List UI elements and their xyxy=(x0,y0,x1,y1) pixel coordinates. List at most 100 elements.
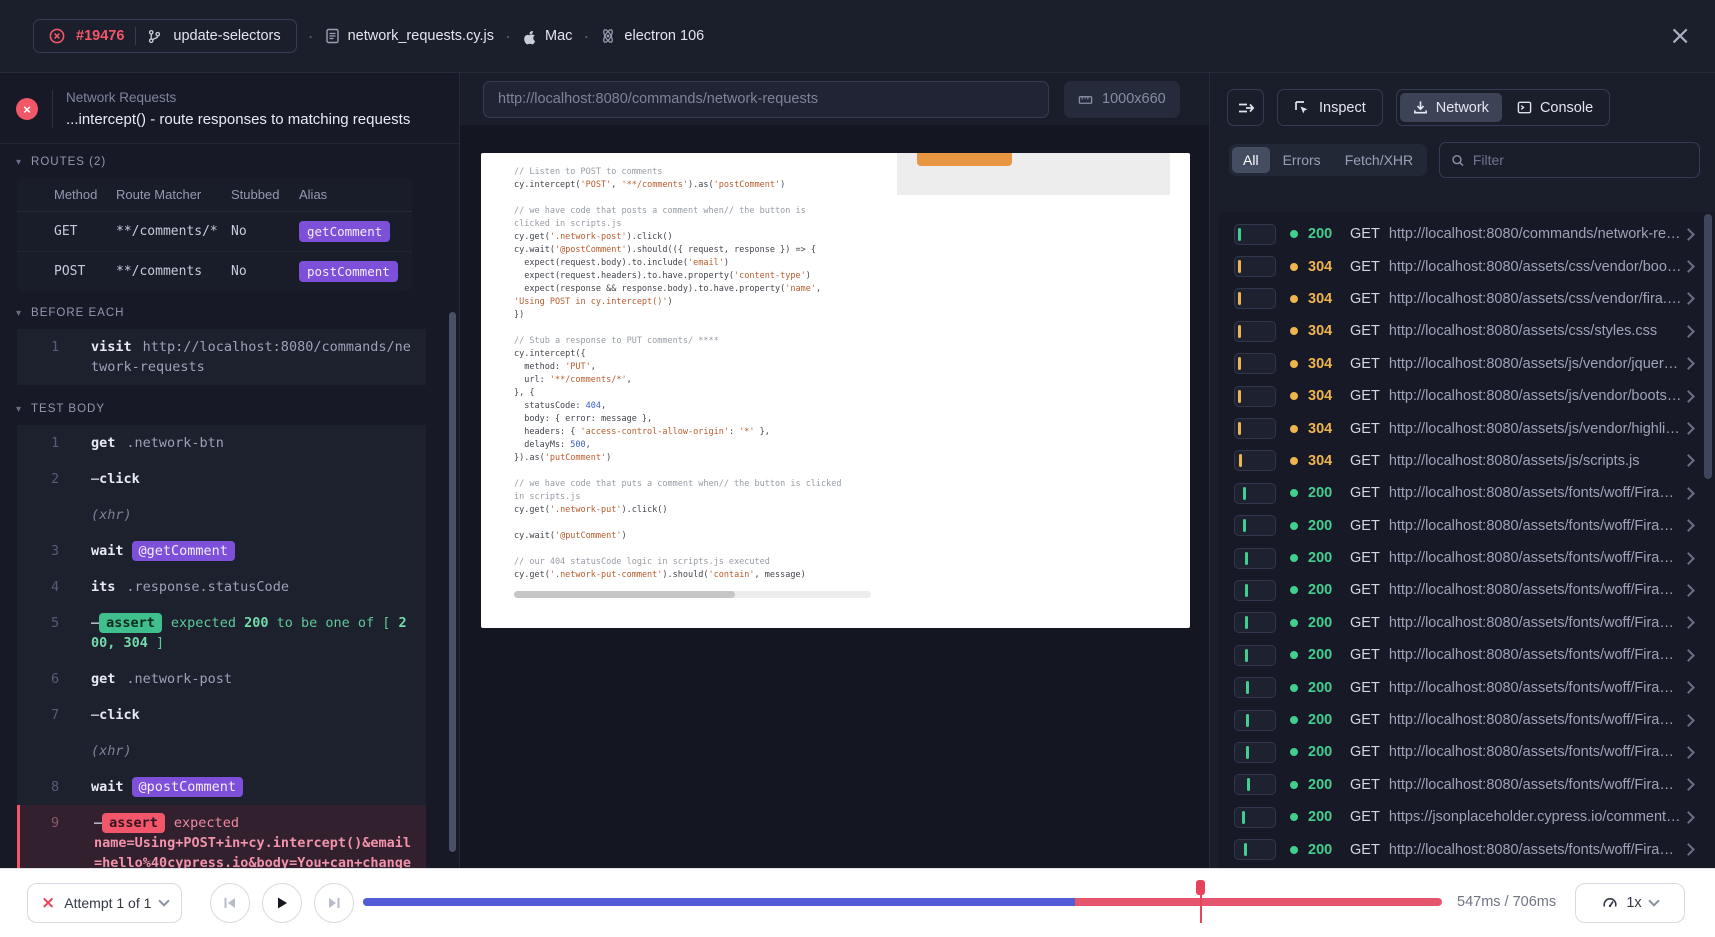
network-request-row[interactable]: 200GEThttp://localhost:8080/assets/fonts… xyxy=(1218,833,1715,865)
preview-horizontal-scrollbar[interactable] xyxy=(514,591,871,598)
status-dot-icon xyxy=(1290,846,1298,854)
before-each-section-header[interactable]: ▾ BEFORE EACH xyxy=(0,295,459,327)
network-request-row[interactable]: 304GEThttp://localhost:8080/assets/js/ve… xyxy=(1218,348,1715,380)
request-timing-indicator xyxy=(1234,418,1276,439)
code-line: }) xyxy=(514,310,524,320)
test-body-section-header[interactable]: ▾ TEST BODY xyxy=(0,391,459,423)
code-line: clicked in scripts.js xyxy=(514,219,621,229)
network-request-row[interactable]: 200GEThttp://localhost:8080/commands/net… xyxy=(1218,218,1715,250)
network-request-row[interactable]: 304GEThttp://localhost:8080/assets/css/v… xyxy=(1218,283,1715,315)
skip-forward-button[interactable] xyxy=(314,883,354,923)
route-row[interactable]: GET**/comments/*NogetComment1 xyxy=(17,212,412,252)
command-row[interactable]: 1 visithttp://localhost:8080/commands/ne… xyxy=(17,329,426,385)
chevron-down-icon: ▾ xyxy=(16,404,22,415)
timing-tick xyxy=(1245,616,1248,629)
playback-speed-selector[interactable]: 1x xyxy=(1575,883,1685,923)
command-row[interactable]: 1get.network-btn xyxy=(17,425,426,461)
filter-tab-all[interactable]: All xyxy=(1232,147,1270,173)
filter-input[interactable] xyxy=(1473,152,1699,168)
request-filter-tabs: AllErrorsFetch/XHR xyxy=(1229,144,1427,176)
network-request-row[interactable]: 200GEThttps://jsonplaceholder.cypress.io… xyxy=(1218,801,1715,833)
command-content: –assertexpectedname=Using+POST+in+cy.int… xyxy=(94,813,414,868)
network-request-row[interactable]: 200GEThttp://localhost:8080/assets/fonts… xyxy=(1218,639,1715,671)
col-method: Method xyxy=(54,187,116,202)
command-row[interactable]: 9–assertexpectedname=Using+POST+in+cy.in… xyxy=(17,805,426,868)
command-event-row: (xhr) xyxy=(17,733,426,769)
filter-search-box[interactable] xyxy=(1439,142,1700,178)
post-comment-button[interactable] xyxy=(917,153,1012,166)
skip-back-button[interactable] xyxy=(210,883,250,923)
command-number: 6 xyxy=(17,669,91,689)
command-row[interactable]: 5–assertexpected 200 to be one of [ 200,… xyxy=(17,605,426,661)
chevron-right-icon xyxy=(1682,649,1695,662)
filter-tab-fetchxhr[interactable]: Fetch/XHR xyxy=(1334,147,1424,173)
collapse-panel-button[interactable] xyxy=(1227,89,1264,126)
network-request-row[interactable]: 200GEThttp://localhost:8080/assets/fonts… xyxy=(1218,574,1715,606)
filter-tab-errors[interactable]: Errors xyxy=(1272,147,1332,173)
network-request-row[interactable]: 200GEThttp://localhost:8080/assets/fonts… xyxy=(1218,510,1715,542)
preview-toolbar: http://localhost:8080/commands/network-r… xyxy=(460,73,1209,125)
request-method: GET xyxy=(1350,485,1380,501)
command-name: click xyxy=(99,471,140,487)
network-request-row[interactable]: 200GEThttp://localhost:8080/assets/fonts… xyxy=(1218,769,1715,801)
route-alias-cell: postComment xyxy=(299,261,412,282)
timing-tick xyxy=(1244,843,1247,856)
network-request-row[interactable]: 200GEThttp://localhost:8080/assets/fonts… xyxy=(1218,477,1715,509)
close-icon[interactable]: × xyxy=(1669,23,1691,49)
command-row[interactable]: 8wait@postComment xyxy=(17,769,426,805)
tab-console[interactable]: Console xyxy=(1504,93,1606,122)
playhead-handle[interactable] xyxy=(1196,880,1205,895)
request-method: GET xyxy=(1350,323,1380,339)
command-content: wait@postComment xyxy=(91,777,414,797)
network-request-row[interactable]: 200GEThttp://localhost:8080/assets/fonts… xyxy=(1218,671,1715,703)
command-row[interactable]: 4its.response.statusCode xyxy=(17,569,426,605)
route-row[interactable]: POST**/commentsNopostComment1 xyxy=(17,252,412,291)
network-request-row[interactable]: 304GEThttp://localhost:8080/assets/js/ve… xyxy=(1218,412,1715,444)
command-arg: http://localhost:8080/commands/network-r… xyxy=(91,339,411,375)
chevron-down-icon xyxy=(159,895,170,906)
app-under-test[interactable]: // Listen to POST to comments cy.interce… xyxy=(481,153,1190,628)
chevron-right-icon xyxy=(1682,617,1695,630)
request-method: GET xyxy=(1350,356,1380,372)
request-timing-indicator xyxy=(1234,515,1276,536)
url-address-bar[interactable]: http://localhost:8080/commands/network-r… xyxy=(483,81,1049,118)
request-timing-indicator xyxy=(1234,677,1276,698)
network-request-row[interactable]: 200GEThttp://localhost:8080/assets/fonts… xyxy=(1218,736,1715,768)
speed-label: 1x xyxy=(1626,895,1641,911)
network-request-row[interactable]: 304GEThttp://localhost:8080/assets/css/s… xyxy=(1218,315,1715,347)
command-row[interactable]: 7–click xyxy=(17,697,426,733)
chevron-right-icon xyxy=(1682,293,1695,306)
command-row[interactable]: 6get.network-post xyxy=(17,661,426,697)
skip-forward-icon xyxy=(326,896,342,910)
code-line: cy.wait('@putComment') xyxy=(514,531,627,541)
play-button[interactable] xyxy=(262,883,302,923)
request-status-code: 304 xyxy=(1308,421,1342,437)
attempt-selector[interactable]: × Attempt 1 of 1 xyxy=(27,883,182,923)
request-list-scrollbar[interactable] xyxy=(1704,214,1712,479)
command-row[interactable]: 2–click xyxy=(17,461,426,497)
request-url: http://localhost:8080/assets/fonts/woff/… xyxy=(1389,518,1684,534)
network-request-row[interactable]: 200GEThttp://localhost:8080/assets/fonts… xyxy=(1218,542,1715,574)
request-url: http://localhost:8080/assets/css/vendor/… xyxy=(1389,259,1684,275)
network-request-row[interactable]: 304GEThttp://localhost:8080/assets/js/ve… xyxy=(1218,380,1715,412)
scrollbar-thumb[interactable] xyxy=(514,591,735,598)
request-status-code: 200 xyxy=(1308,647,1342,663)
inspect-button[interactable]: Inspect xyxy=(1277,89,1383,126)
request-url: http://localhost:8080/assets/fonts/woff/… xyxy=(1389,842,1684,858)
code-line: // our 404 statusCode logic in scripts.j… xyxy=(514,557,770,567)
spec-file-item[interactable]: network_requests.cy.js xyxy=(325,28,494,44)
tab-network[interactable]: Network xyxy=(1400,93,1502,122)
network-request-row[interactable]: 304GEThttp://localhost:8080/assets/js/sc… xyxy=(1218,445,1715,477)
routes-section-header[interactable]: ▾ ROUTES (2) xyxy=(0,144,459,176)
build-pill[interactable]: #19476 update-selectors xyxy=(33,19,297,53)
network-request-row[interactable]: 200GEThttp://localhost:8080/assets/fonts… xyxy=(1218,704,1715,736)
network-request-row[interactable]: 200GEThttp://localhost:8080/assets/fonts… xyxy=(1218,607,1715,639)
command-row[interactable]: 3wait@getComment xyxy=(17,533,426,569)
command-number: 9 xyxy=(20,813,94,868)
command-content: wait@getComment xyxy=(91,541,414,561)
replay-timeline[interactable] xyxy=(363,898,1442,906)
sidebar-scrollbar[interactable] xyxy=(449,312,456,852)
timing-tick xyxy=(1238,292,1241,305)
timing-tick xyxy=(1246,746,1249,759)
network-request-row[interactable]: 304GEThttp://localhost:8080/assets/css/v… xyxy=(1218,250,1715,282)
